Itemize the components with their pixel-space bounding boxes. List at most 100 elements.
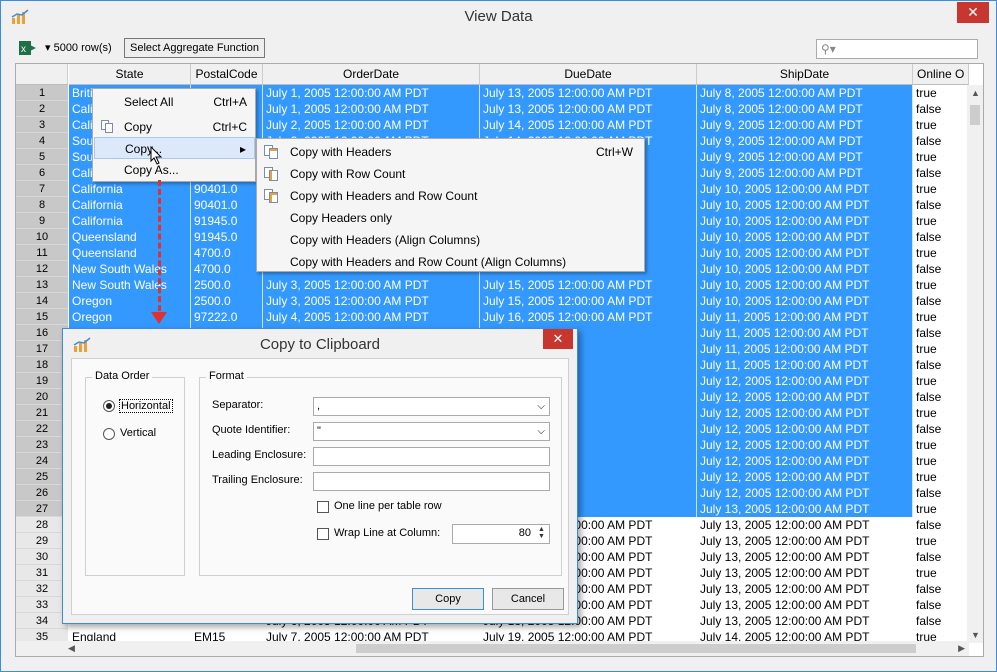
table-cell[interactable]: true	[913, 533, 969, 549]
column-header[interactable]: Online O	[913, 64, 969, 85]
row-number[interactable]: 11	[16, 245, 68, 261]
table-cell[interactable]: false	[913, 517, 969, 533]
table-cell[interactable]: July 12, 2005 12:00:00 AM PDT	[697, 453, 913, 469]
row-number[interactable]: 17	[16, 341, 68, 357]
row-number[interactable]: 15	[16, 309, 68, 325]
table-cell[interactable]: July 12, 2005 12:00:00 AM PDT	[697, 421, 913, 437]
scroll-left-icon[interactable]: ◀	[68, 643, 75, 654]
table-cell[interactable]: July 3, 2005 12:00:00 AM PDT	[263, 293, 480, 309]
row-number[interactable]: 19	[16, 373, 68, 389]
table-cell[interactable]: false	[913, 581, 969, 597]
table-cell[interactable]: 4700.0	[191, 245, 263, 261]
vertical-radio[interactable]	[103, 428, 115, 440]
table-cell[interactable]: July 11, 2005 12:00:00 AM PDT	[697, 309, 913, 325]
table-cell[interactable]: true	[913, 149, 969, 165]
table-cell[interactable]: July 9, 2005 12:00:00 AM PDT	[697, 165, 913, 181]
table-cell[interactable]: New South Wales	[69, 261, 191, 277]
table-cell[interactable]: July 16, 2005 12:00:00 AM PDT	[480, 309, 697, 325]
table-cell[interactable]: 97222.0	[191, 309, 263, 325]
row-number[interactable]: 31	[16, 565, 68, 581]
table-cell[interactable]: July 12, 2005 12:00:00 AM PDT	[697, 405, 913, 421]
table-cell[interactable]: false	[913, 485, 969, 501]
one-line-checkbox[interactable]	[317, 501, 329, 513]
table-cell[interactable]: July 8, 2005 12:00:00 AM PDT	[697, 85, 913, 101]
table-cell[interactable]: July 15, 2005 12:00:00 AM PDT	[480, 277, 697, 293]
table-cell[interactable]: true	[913, 85, 969, 101]
column-header[interactable]: State	[69, 64, 191, 85]
table-cell[interactable]: July 10, 2005 12:00:00 AM PDT	[697, 245, 913, 261]
table-cell[interactable]: July 13, 2005 12:00:00 AM PDT	[697, 501, 913, 517]
wrap-line-checkbox[interactable]	[317, 528, 329, 540]
table-cell[interactable]: 2500.0	[191, 293, 263, 309]
quote-identifier-select[interactable]: " ⌵	[313, 422, 550, 441]
table-cell[interactable]: July 12, 2005 12:00:00 AM PDT	[697, 389, 913, 405]
table-cell[interactable]: California	[69, 213, 191, 229]
table-cell[interactable]: July 13, 2005 12:00:00 AM PDT	[697, 597, 913, 613]
table-cell[interactable]: true	[913, 117, 969, 133]
table-cell[interactable]: July 4, 2005 12:00:00 AM PDT	[263, 309, 480, 325]
table-cell[interactable]: true	[913, 181, 969, 197]
table-cell[interactable]: false	[913, 613, 969, 629]
one-line-label[interactable]: One line per table row	[334, 500, 442, 512]
vertical-scrollbar[interactable]: ▲ ▼	[967, 85, 983, 643]
excel-export-icon[interactable]: x	[19, 41, 37, 55]
submenu-item-copy-row-count[interactable]: Copy with Row Count	[259, 163, 643, 185]
table-cell[interactable]: July 13, 2005 12:00:00 AM PDT	[697, 549, 913, 565]
row-number[interactable]: 6	[16, 165, 68, 181]
row-number[interactable]: 9	[16, 213, 68, 229]
table-cell[interactable]: July 12, 2005 12:00:00 AM PDT	[697, 485, 913, 501]
leading-enclosure-input[interactable]	[313, 447, 550, 466]
menu-item-copy-submenu[interactable]: Copy... ▸	[94, 137, 255, 159]
vertical-label[interactable]: Vertical	[120, 427, 156, 439]
table-cell[interactable]: July 13, 2005 12:00:00 AM PDT	[697, 581, 913, 597]
horizontal-radio[interactable]	[103, 400, 115, 412]
table-cell[interactable]: July 9, 2005 12:00:00 AM PDT	[697, 149, 913, 165]
table-cell[interactable]: 91945.0	[191, 213, 263, 229]
table-cell[interactable]: false	[913, 597, 969, 613]
table-cell[interactable]: July 13, 2005 12:00:00 AM PDT	[697, 533, 913, 549]
table-cell[interactable]: July 10, 2005 12:00:00 AM PDT	[697, 293, 913, 309]
table-cell[interactable]: true	[913, 469, 969, 485]
row-number[interactable]: 7	[16, 181, 68, 197]
table-cell[interactable]: false	[913, 261, 969, 277]
row-number[interactable]: 30	[16, 549, 68, 565]
row-number[interactable]: 22	[16, 421, 68, 437]
row-number[interactable]: 8	[16, 197, 68, 213]
table-cell[interactable]: July 13, 2005 12:00:00 AM PDT	[697, 565, 913, 581]
search-input[interactable]: ⚲▾	[816, 39, 978, 59]
row-number[interactable]: 14	[16, 293, 68, 309]
column-header[interactable]: ShipDate	[697, 64, 913, 85]
wrap-column-spinner[interactable]: 80 ▲ ▼	[452, 524, 550, 544]
table-cell[interactable]: true	[913, 373, 969, 389]
table-cell[interactable]: July 13, 2005 12:00:00 AM PDT	[697, 517, 913, 533]
table-cell[interactable]: true	[913, 213, 969, 229]
table-cell[interactable]: true	[913, 277, 969, 293]
row-number[interactable]: 3	[16, 117, 68, 133]
scroll-up-icon[interactable]: ▲	[971, 88, 980, 98]
row-count-dropdown[interactable]: ▾ 5000 row(s)	[45, 41, 112, 54]
wrap-line-label[interactable]: Wrap Line at Column:	[334, 527, 440, 539]
table-cell[interactable]: July 11, 2005 12:00:00 AM PDT	[697, 357, 913, 373]
row-number[interactable]: 18	[16, 357, 68, 373]
scroll-right-icon[interactable]: ▶	[958, 643, 965, 654]
table-cell[interactable]: 4700.0	[191, 261, 263, 277]
row-number[interactable]: 28	[16, 517, 68, 533]
table-cell[interactable]: July 12, 2005 12:00:00 AM PDT	[697, 437, 913, 453]
table-cell[interactable]: false	[913, 357, 969, 373]
select-aggregate-button[interactable]: Select Aggregate Function	[124, 38, 266, 58]
row-number[interactable]: 2	[16, 101, 68, 117]
table-cell[interactable]: July 10, 2005 12:00:00 AM PDT	[697, 229, 913, 245]
table-cell[interactable]: true	[913, 565, 969, 581]
table-cell[interactable]: July 1, 2005 12:00:00 AM PDT	[263, 101, 480, 117]
table-cell[interactable]: California	[69, 197, 191, 213]
row-number[interactable]: 16	[16, 325, 68, 341]
row-number[interactable]: 27	[16, 501, 68, 517]
menu-item-copy-as[interactable]: Copy As...	[94, 159, 255, 181]
submenu-item-copy-headers-row-count-align[interactable]: Copy with Headers and Row Count (Align C…	[259, 251, 643, 273]
copy-button[interactable]: Copy	[412, 588, 484, 610]
row-number[interactable]: 29	[16, 533, 68, 549]
spinner-arrows-icon[interactable]: ▲ ▼	[535, 526, 548, 541]
row-number[interactable]: 23	[16, 437, 68, 453]
row-number[interactable]: 5	[16, 149, 68, 165]
separator-select[interactable]: , ⌵	[313, 397, 550, 416]
